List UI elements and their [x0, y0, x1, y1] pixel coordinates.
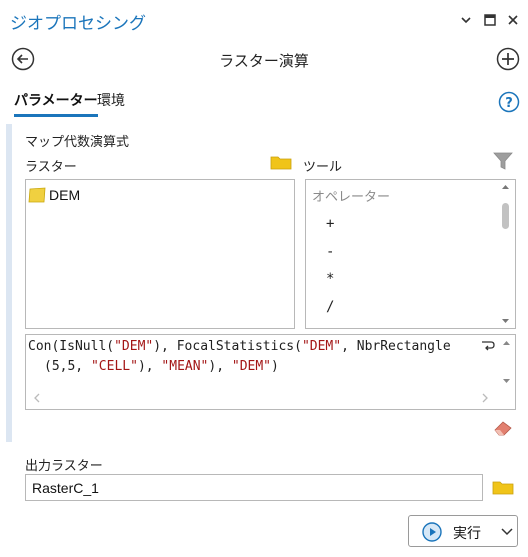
help-icon[interactable]: ? — [498, 91, 520, 113]
browse-folder-icon[interactable] — [270, 154, 292, 170]
operator-plus[interactable]: + — [326, 216, 334, 232]
expression-editor[interactable]: Con(IsNull("DEM"), FocalStatistics("DEM"… — [25, 334, 516, 410]
tool-list[interactable]: オペレーター + - * / — [305, 179, 516, 329]
raster-name: DEM — [49, 187, 81, 203]
run-options-chevron-icon[interactable] — [501, 527, 513, 537]
output-browse-folder-icon[interactable] — [492, 479, 514, 495]
tool-category-label: オペレーター — [312, 190, 391, 205]
expression-section-label: マップ代数演算式 — [25, 135, 130, 150]
expression-text[interactable]: Con(IsNull("DEM"), FocalStatistics("DEM"… — [28, 337, 493, 377]
word-wrap-icon[interactable] — [481, 339, 495, 351]
operator-multiply[interactable]: * — [326, 271, 334, 287]
expression-horizontal-scrollbar[interactable] — [27, 388, 497, 408]
raster-layer-icon — [28, 187, 46, 203]
filter-icon[interactable] — [492, 150, 514, 172]
tool-list-scrollbar[interactable] — [497, 181, 514, 327]
list-item[interactable]: DEM — [28, 186, 80, 204]
tool-title: ラスター演算 — [219, 52, 309, 70]
expression-vertical-scrollbar[interactable] — [498, 336, 515, 388]
play-icon — [422, 522, 442, 542]
close-icon[interactable] — [505, 12, 521, 28]
tab-environments[interactable]: 環境 — [97, 90, 125, 110]
operator-divide[interactable]: / — [326, 299, 334, 315]
output-raster-field[interactable] — [25, 474, 483, 501]
run-button[interactable]: 実行 — [408, 515, 518, 547]
parameter-accent-bar — [6, 124, 12, 442]
raster-list[interactable]: DEM — [25, 179, 295, 329]
expression-line-2: (5,5, "CELL"), "MEAN"), "DEM") — [44, 359, 279, 374]
operator-minus[interactable]: - — [326, 244, 334, 260]
expression-line-1: Con(IsNull("DEM"), FocalStatistics("DEM"… — [28, 339, 451, 354]
add-icon — [496, 47, 520, 71]
add-button[interactable] — [496, 47, 520, 71]
tool-list-header: ツール — [303, 160, 343, 175]
pane-title: ジオプロセシング — [10, 14, 146, 34]
output-raster-label: 出力ラスター — [25, 459, 103, 474]
raster-list-header: ラスター — [25, 160, 77, 175]
svg-text:?: ? — [505, 96, 513, 111]
eraser-icon[interactable] — [492, 419, 514, 437]
chevron-down-icon[interactable] — [458, 12, 474, 28]
tab-parameters[interactable]: パラメーター — [14, 90, 98, 117]
run-button-label: 実行 — [453, 526, 481, 542]
maximize-icon[interactable] — [482, 12, 498, 28]
